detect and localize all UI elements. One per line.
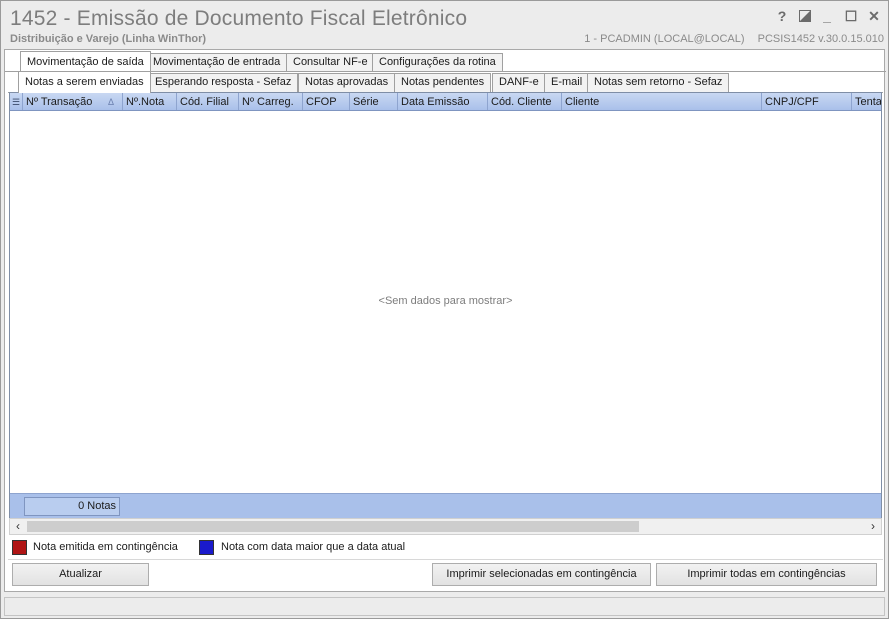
grid-footer: 0 Notas — [10, 493, 881, 518]
column-header[interactable]: Data Emissão — [398, 93, 488, 110]
column-header[interactable]: Cliente — [562, 93, 762, 110]
tab-esperando-resposta[interactable]: Esperando resposta - Sefaz — [148, 73, 299, 92]
notes-grid[interactable]: ☰ Nº Transação Δ Nº.Nota Cód. Filial Nº … — [9, 92, 882, 520]
notes-count: 0 Notas — [24, 497, 120, 516]
tab-email[interactable]: E-mail — [544, 73, 590, 92]
tab-notas-serem-enviadas[interactable]: Notas a serem enviadas — [18, 71, 151, 93]
close-icon[interactable]: ✕ — [864, 7, 884, 25]
column-header[interactable]: CNPJ/CPF — [762, 93, 852, 110]
tab-notas-pendentes[interactable]: Notas pendentes — [394, 73, 492, 92]
session-version: PCSIS1452 v.30.0.15.010 — [757, 33, 884, 45]
session-info: 1 - PCADMIN (LOCAL@LOCAL) PCSIS1452 v.30… — [574, 33, 884, 45]
column-header[interactable]: Tenta — [852, 93, 881, 110]
main-panel: Movimentação de saída Movimentação de en… — [4, 49, 886, 592]
print-selected-contingency-button[interactable]: Imprimir selecionadas em contingência — [432, 563, 651, 586]
restore-icon[interactable] — [795, 7, 815, 25]
refresh-button[interactable]: Atualizar — [12, 563, 149, 586]
title-bar: 1452 - Emissão de Documento Fiscal Eletr… — [1, 1, 888, 49]
tab-configuracoes-rotina[interactable]: Configurações da rotina — [372, 53, 503, 72]
column-header[interactable]: Nº Carreg. — [239, 93, 303, 110]
scroll-left-icon[interactable]: ‹ — [10, 519, 26, 534]
tab-consultar-nfe[interactable]: Consultar NF-e — [286, 53, 375, 72]
sub-tab-bar: Notas a serem enviadas Esperando respost… — [5, 71, 886, 93]
empty-grid-message: <Sem dados para mostrar> — [378, 295, 513, 307]
window-subtitle: Distribuição e Varejo (Linha WinThor) — [10, 33, 207, 45]
column-header[interactable]: Série — [350, 93, 398, 110]
column-header[interactable]: CFOP — [303, 93, 350, 110]
contingency-color-swatch — [12, 540, 27, 555]
maximize-icon[interactable]: ☐ — [841, 7, 861, 25]
grid-header: ☰ Nº Transação Δ Nº.Nota Cód. Filial Nº … — [10, 93, 881, 111]
minimize-icon[interactable]: _ — [817, 7, 837, 25]
tab-notas-sem-retorno[interactable]: Notas sem retorno - Sefaz — [587, 73, 730, 92]
column-chooser-icon[interactable]: ☰ — [10, 93, 23, 110]
sort-ascending-icon: Δ — [108, 97, 115, 107]
main-tab-bar: Movimentação de saída Movimentação de en… — [5, 51, 886, 73]
help-icon[interactable]: ? — [772, 7, 792, 25]
column-header[interactable]: Nº.Nota — [123, 93, 177, 110]
future-date-color-swatch — [199, 540, 214, 555]
scrollbar-thumb[interactable] — [27, 521, 639, 532]
legend-future-date-label: Nota com data maior que a data atual — [221, 541, 406, 553]
print-all-contingency-button[interactable]: Imprimir todas em contingências — [656, 563, 877, 586]
horizontal-scrollbar[interactable]: ‹ › — [9, 518, 882, 535]
tab-danfe[interactable]: DANF-e — [492, 73, 546, 92]
status-bar — [4, 597, 885, 616]
column-header[interactable]: Cód. Cliente — [488, 93, 562, 110]
column-header[interactable]: Cód. Filial — [177, 93, 239, 110]
application-window: 1452 - Emissão de Documento Fiscal Eletr… — [0, 0, 889, 619]
tab-notas-aprovadas[interactable]: Notas aprovadas — [298, 73, 396, 92]
scroll-right-icon[interactable]: › — [865, 519, 881, 534]
session-user: 1 - PCADMIN (LOCAL@LOCAL) — [584, 33, 745, 45]
divider — [8, 559, 883, 560]
window-title: 1452 - Emissão de Documento Fiscal Eletr… — [10, 7, 468, 30]
legend-contingency-label: Nota emitida em contingência — [33, 541, 178, 553]
tab-movimentacao-saida[interactable]: Movimentação de saída — [20, 51, 151, 73]
tab-movimentacao-entrada[interactable]: Movimentação de entrada — [146, 53, 288, 72]
